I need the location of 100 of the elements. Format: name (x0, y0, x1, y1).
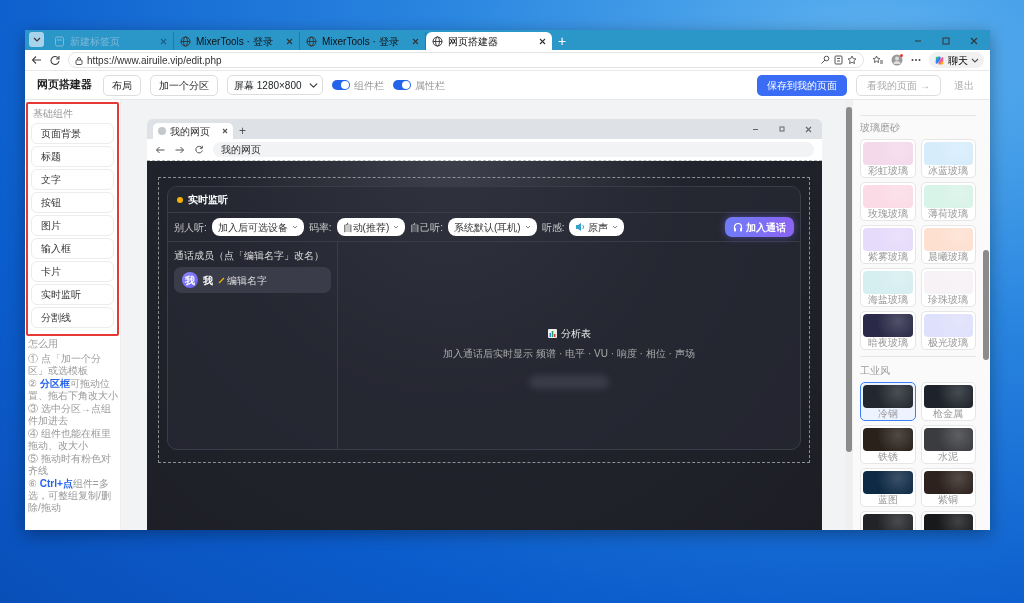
component-button[interactable]: 图片 (31, 215, 114, 236)
forward-icon[interactable] (175, 145, 185, 154)
theme-card[interactable]: 晨曦玻璃 (920, 225, 976, 264)
help-step: ⑤ 拖动时有粉色对齐线 (28, 453, 118, 477)
chevron-icon (32, 36, 41, 43)
copilot-button[interactable]: 聊天 (929, 52, 984, 68)
help-step: ② 分区框可拖动位置、拖右下角改大小 (28, 378, 118, 402)
profile-icon[interactable] (891, 54, 903, 66)
theme-label: 暗夜玻璃 (867, 337, 908, 349)
app-title: 网页搭建器 (37, 77, 92, 93)
toggle-switch[interactable] (332, 80, 350, 90)
theme-label: 紫雾玻璃 (867, 251, 908, 263)
caret-icon (291, 224, 298, 230)
theme-card[interactable]: 铁锈 (860, 425, 916, 464)
theme-card[interactable]: 蓝图 (860, 468, 916, 507)
avatar: 我 (182, 272, 198, 288)
join-call-button[interactable]: 加入通话 (725, 217, 794, 237)
tab-actions-button[interactable] (29, 32, 44, 47)
toolbar-button[interactable]: 布局 (103, 74, 141, 96)
dropdown[interactable]: 加入后可选设备 (211, 218, 304, 236)
card-title: 实时监听 (188, 193, 228, 207)
refresh-icon[interactable] (50, 55, 60, 65)
theme-card[interactable]: 水泥 (920, 425, 976, 464)
section-heading: 怎么用 (27, 337, 59, 351)
globe-icon (432, 35, 443, 47)
theme-card[interactable]: 暗夜玻璃 (860, 311, 916, 350)
refresh-icon[interactable] (195, 145, 203, 154)
reader-icon[interactable] (834, 55, 843, 65)
headphones-icon (733, 222, 743, 232)
help-step: ③ 选中分区→点组件加进去 (28, 403, 118, 427)
dropdown[interactable]: 自动(推荐) (336, 218, 406, 236)
theme-card[interactable]: 极光玻璃 (920, 311, 976, 350)
theme-card[interactable]: 玫瑰玻璃 (860, 182, 916, 221)
section-heading: 玻璃磨砂 (860, 121, 901, 135)
component-button[interactable]: 卡片 (31, 261, 114, 282)
component-button[interactable]: 标题 (31, 146, 114, 167)
theme-card[interactable]: 薄荷玻璃 (920, 182, 976, 221)
theme-card[interactable]: 海盐玻璃 (860, 268, 916, 307)
new-tab-button[interactable]: + (233, 125, 252, 137)
analysis-title: 分析表 (560, 327, 591, 341)
close-icon[interactable] (222, 128, 228, 134)
back-icon[interactable] (155, 145, 165, 154)
minimize-icon[interactable] (752, 126, 759, 133)
section-heading: 工业风 (860, 364, 891, 378)
theme-card[interactable]: 枪金属 (920, 382, 976, 421)
theme-label: 彩虹玻璃 (867, 165, 908, 177)
analysis-hint: 加入通话后实时显示 频谱 · 电平 · VU · 响度 · 相位 · 声场 (443, 347, 695, 361)
page-icon (54, 35, 65, 47)
maximize-icon[interactable] (779, 126, 785, 132)
toggle-switch[interactable] (393, 80, 411, 90)
control-label: 自己听: (410, 220, 443, 235)
close-icon[interactable] (539, 37, 546, 45)
screen-size-select[interactable]: 屏幕 1280×800 (227, 75, 323, 95)
preview-tab[interactable]: 我的网页 (153, 123, 233, 139)
theme-card[interactable]: 紫雾玻璃 (860, 225, 916, 264)
more-icon[interactable] (911, 58, 921, 62)
component-button[interactable]: 输入框 (31, 238, 114, 259)
theme-label: 冷钢 (877, 408, 898, 420)
address-field[interactable]: 我的网页 (213, 142, 814, 157)
help-step: ⑥ Ctrl+点组件=多选，可整组复制/删除/拖动 (28, 478, 118, 514)
caret-icon (524, 224, 531, 230)
favorites-icon[interactable] (872, 55, 883, 65)
caret-icon (612, 224, 619, 230)
chart-icon (547, 329, 557, 338)
theme-card[interactable]: 紫铜 (920, 468, 976, 507)
member-name: 我 (203, 273, 213, 288)
star-icon[interactable] (847, 55, 857, 65)
browser-tab[interactable]: 网页搭建器 (426, 32, 552, 50)
help-step: ④ 组件也能在框里拖动、改大小 (28, 428, 118, 452)
maximize-icon[interactable] (942, 37, 950, 45)
new-tab-button[interactable]: + (552, 34, 573, 48)
theme-label: 海盐玻璃 (867, 294, 908, 306)
theme-card[interactable]: 冰蓝玻璃 (920, 139, 976, 178)
dropdown[interactable]: 原声 (569, 218, 625, 236)
component-button[interactable]: 实时监听 (31, 284, 114, 305)
speaker-icon (575, 222, 585, 232)
members-label: 通话成员（点「编辑名字」改名） (174, 249, 325, 263)
component-button[interactable]: 页面背景 (31, 123, 114, 144)
browser-tab[interactable]: MixerTools · 登录 (174, 32, 300, 50)
toolbar-button[interactable]: 加一个分区 (150, 74, 218, 96)
status-dot-icon (177, 196, 183, 203)
back-icon[interactable] (31, 55, 42, 65)
theme-card[interactable]: 珍珠玻璃 (920, 268, 976, 307)
globe-icon (180, 35, 191, 47)
save-button[interactable]: 保存到我的页面 (757, 74, 848, 96)
edit-name-link[interactable]: 编辑名字 (218, 272, 267, 288)
theme-label: 水泥 (938, 451, 959, 463)
dropdown[interactable]: 系统默认(耳机) (448, 218, 537, 236)
control-label: 码率: (308, 220, 332, 235)
lock-icon (75, 55, 83, 65)
chevron-icon (971, 56, 979, 64)
component-button[interactable]: 分割线 (31, 307, 114, 328)
key-icon[interactable] (820, 55, 830, 65)
scrollbar[interactable] (845, 100, 853, 530)
section-heading: 基础组件 (32, 107, 74, 121)
component-button[interactable]: 按钮 (31, 192, 114, 213)
theme-card[interactable]: 彩虹玻璃 (860, 139, 916, 178)
theme-label: 珍珠玻璃 (928, 294, 969, 306)
component-button[interactable]: 文字 (31, 169, 114, 190)
theme-label: 紫铜 (938, 494, 959, 506)
